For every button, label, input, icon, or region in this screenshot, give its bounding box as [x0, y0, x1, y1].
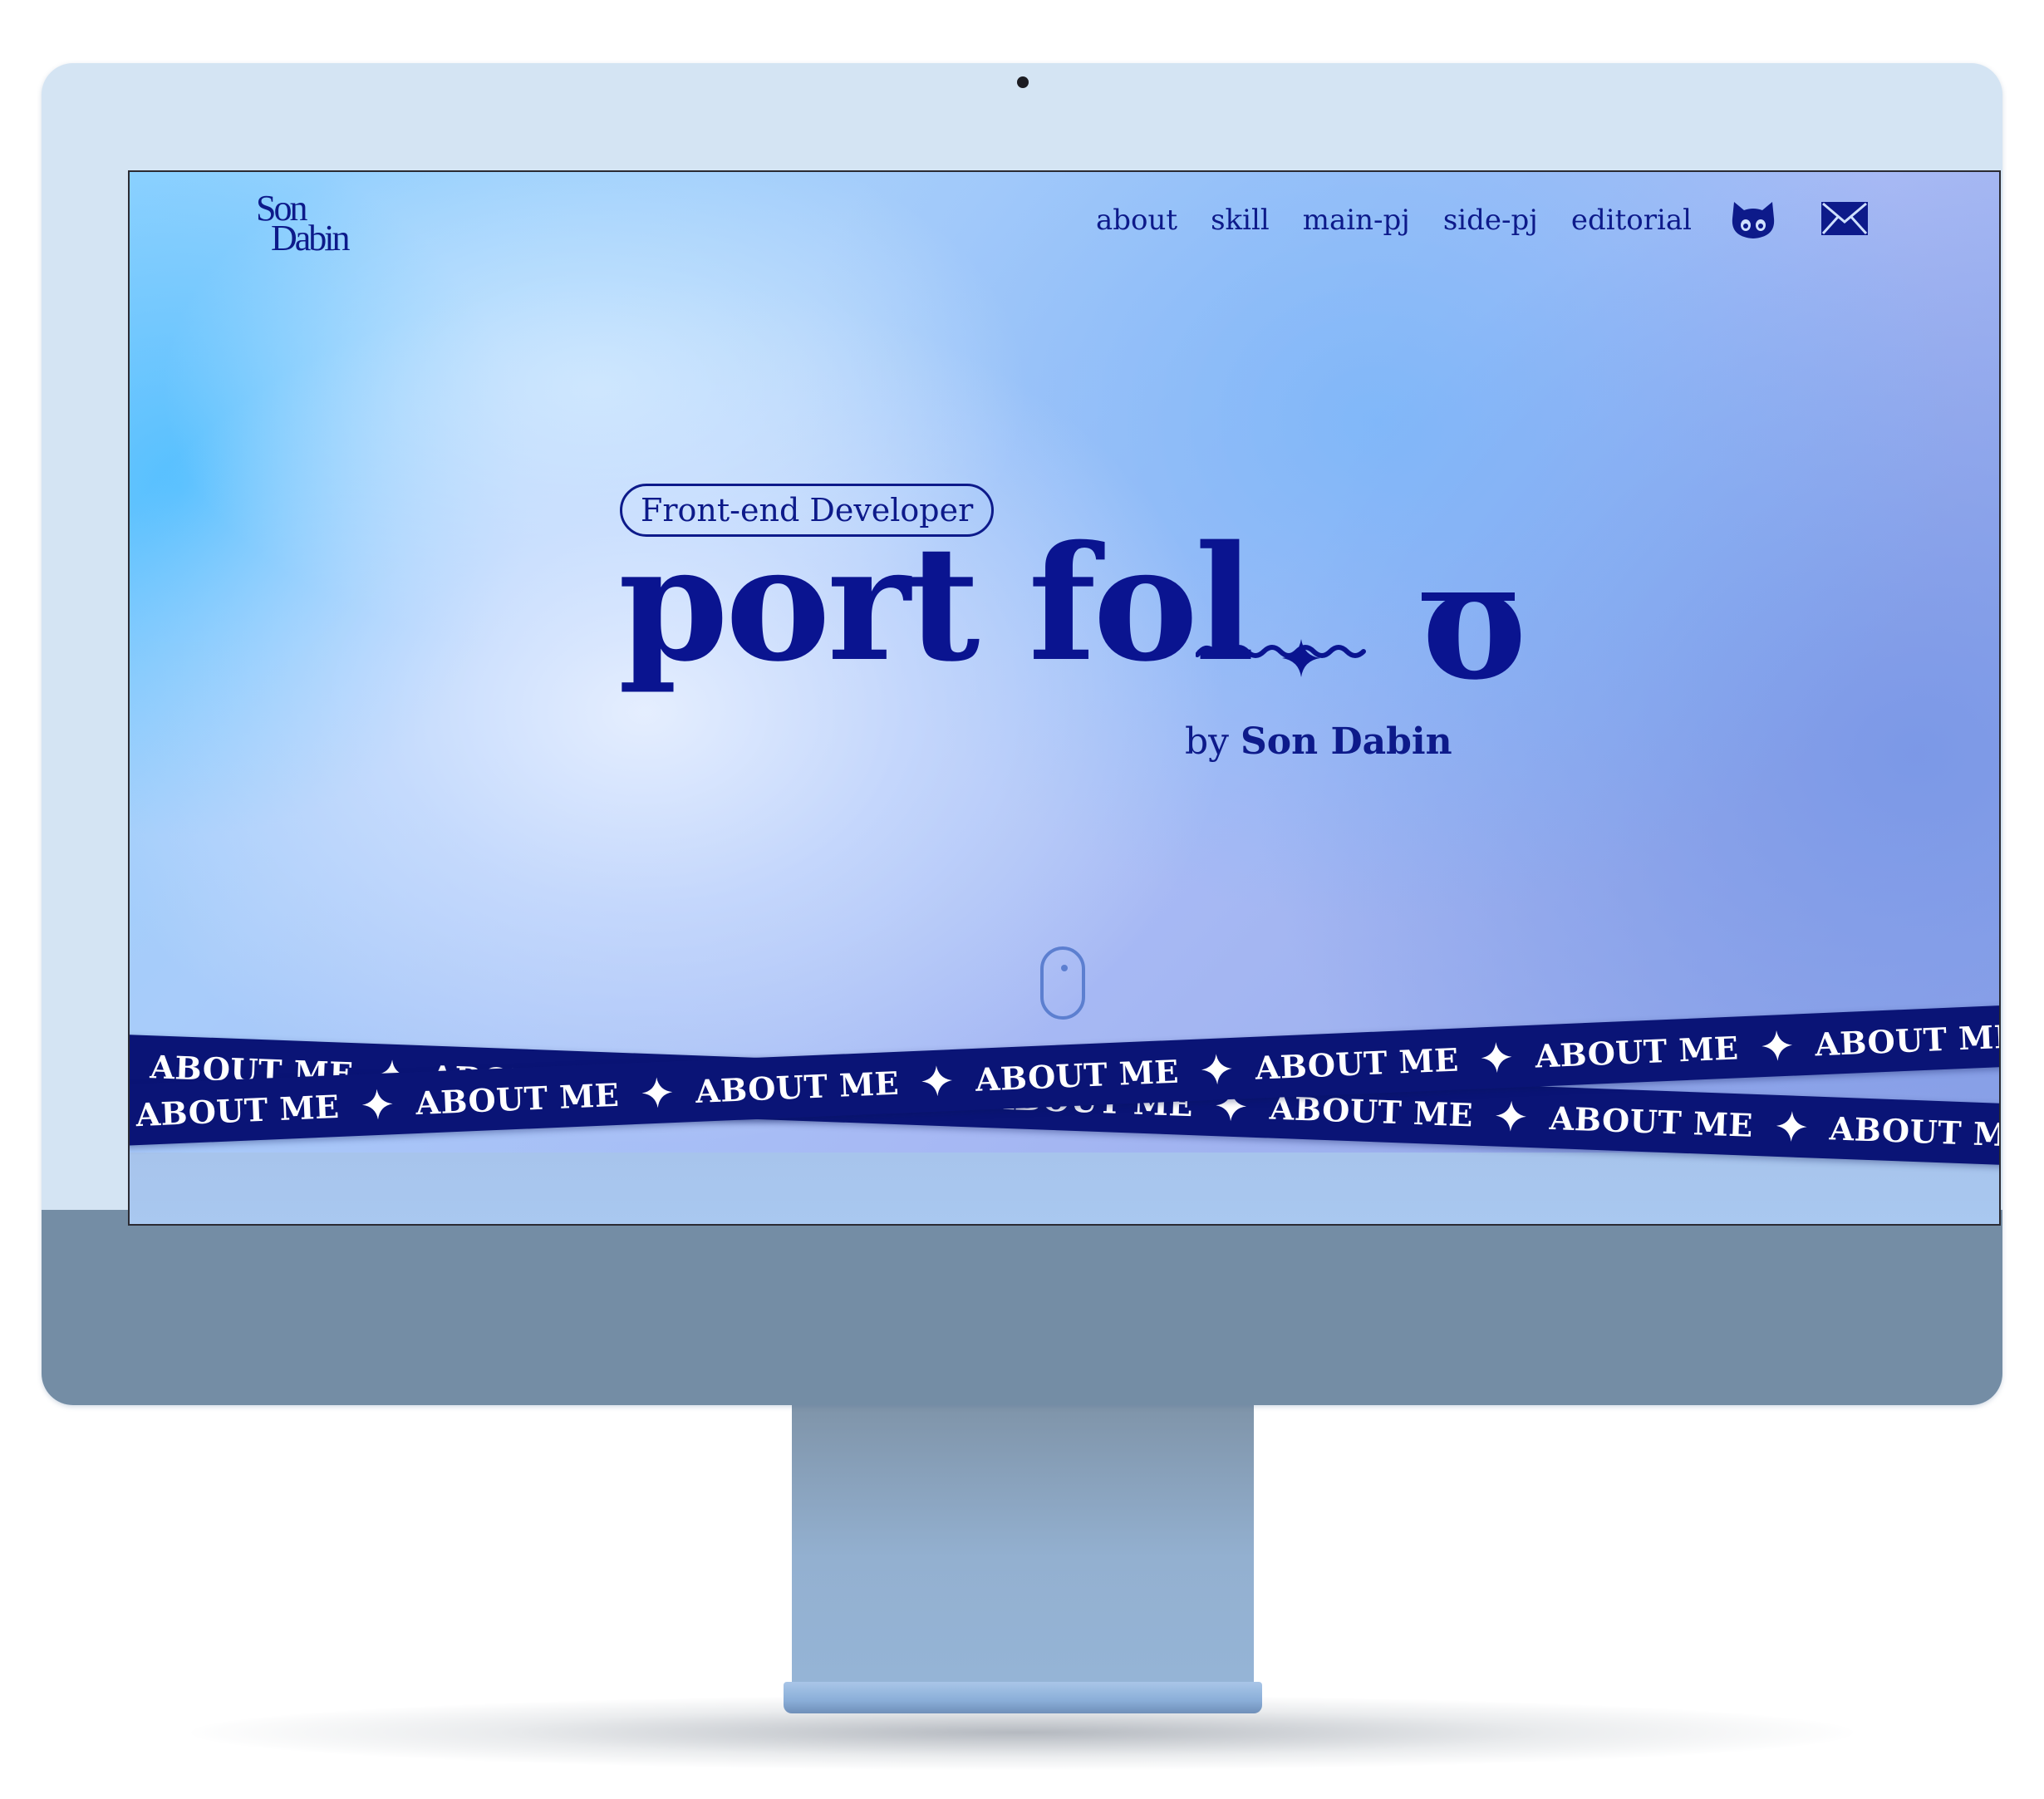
sparkle-icon [1282, 639, 1320, 677]
marquee-text: ABOUT ME [1814, 1016, 2001, 1063]
marquee-item: ABOUT ME [130, 1086, 361, 1135]
marquee-item: ABOUT ME [1480, 1028, 1761, 1077]
marquee-item: ABOUT ME [640, 1063, 921, 1112]
main-nav: about skill main-pj side-pj editorial [1096, 197, 1725, 243]
nav-skill[interactable]: skill [1211, 204, 1270, 237]
sparkle-icon [1201, 1054, 1233, 1085]
author-byline: by Son Dabin [1185, 720, 1452, 763]
github-icon[interactable] [1729, 200, 1777, 242]
sparkle-icon [361, 1089, 393, 1120]
monitor: Son Dabin about skill main-pj side-pj ed… [42, 63, 2002, 1405]
marquee-text: ABOUT ME [1828, 1108, 2001, 1154]
logo-line2: Dabin [271, 218, 351, 258]
sparkle-icon [1481, 1042, 1512, 1073]
marquee-item: ABOUT ME [1200, 1040, 1481, 1089]
marquee-text: ABOUT ME [974, 1052, 1180, 1099]
monitor-foot [784, 1682, 1262, 1713]
website-screen: Son Dabin about skill main-pj side-pj ed… [128, 170, 2001, 1226]
marquee-text: ABOUT ME [415, 1075, 621, 1122]
sparkle-icon [1761, 1030, 1792, 1061]
nav-side-pj[interactable]: side-pj [1443, 204, 1538, 237]
marquee-text: ABOUT ME [135, 1087, 341, 1133]
marquee-text: ABOUT ME [1254, 1040, 1460, 1087]
nav-main-pj[interactable]: main-pj [1303, 204, 1410, 237]
nav-editorial[interactable]: editorial [1571, 204, 1692, 237]
marquee-item: ABOUT ME [1759, 1016, 2001, 1065]
monitor-chin [42, 1210, 2002, 1405]
marquee-item: ABOUT ME [1494, 1097, 1776, 1144]
mail-icon[interactable] [1820, 200, 1870, 237]
sparkle-icon [641, 1077, 673, 1108]
marquee-text: ABOUT ME [1534, 1028, 1740, 1075]
footer-strip [130, 1153, 1999, 1224]
mouse-icon[interactable] [1040, 946, 1085, 1020]
monitor-stand [792, 1405, 1254, 1682]
hero-title-end: o [1422, 529, 1527, 715]
marquee-item: ABOUT ME [1774, 1107, 2001, 1154]
sparkle-icon [1496, 1100, 1527, 1132]
nav-about[interactable]: about [1096, 204, 1177, 237]
sparkle-icon [1776, 1111, 1807, 1142]
marquee-item: ABOUT ME [360, 1074, 641, 1123]
byline-prefix: by [1185, 720, 1230, 763]
marquee-item: ABOUT ME [920, 1051, 1201, 1100]
camera-dot [1017, 76, 1029, 88]
hero-title: port fol [618, 511, 1255, 696]
sparkle-icon [128, 1048, 129, 1082]
marquee-text: ABOUT ME [1549, 1099, 1754, 1144]
byline-name: Son Dabin [1241, 720, 1452, 763]
sparkle-icon [921, 1065, 953, 1097]
site-logo[interactable]: Son Dabin [256, 187, 372, 278]
marquee-text: ABOUT ME [695, 1064, 900, 1110]
